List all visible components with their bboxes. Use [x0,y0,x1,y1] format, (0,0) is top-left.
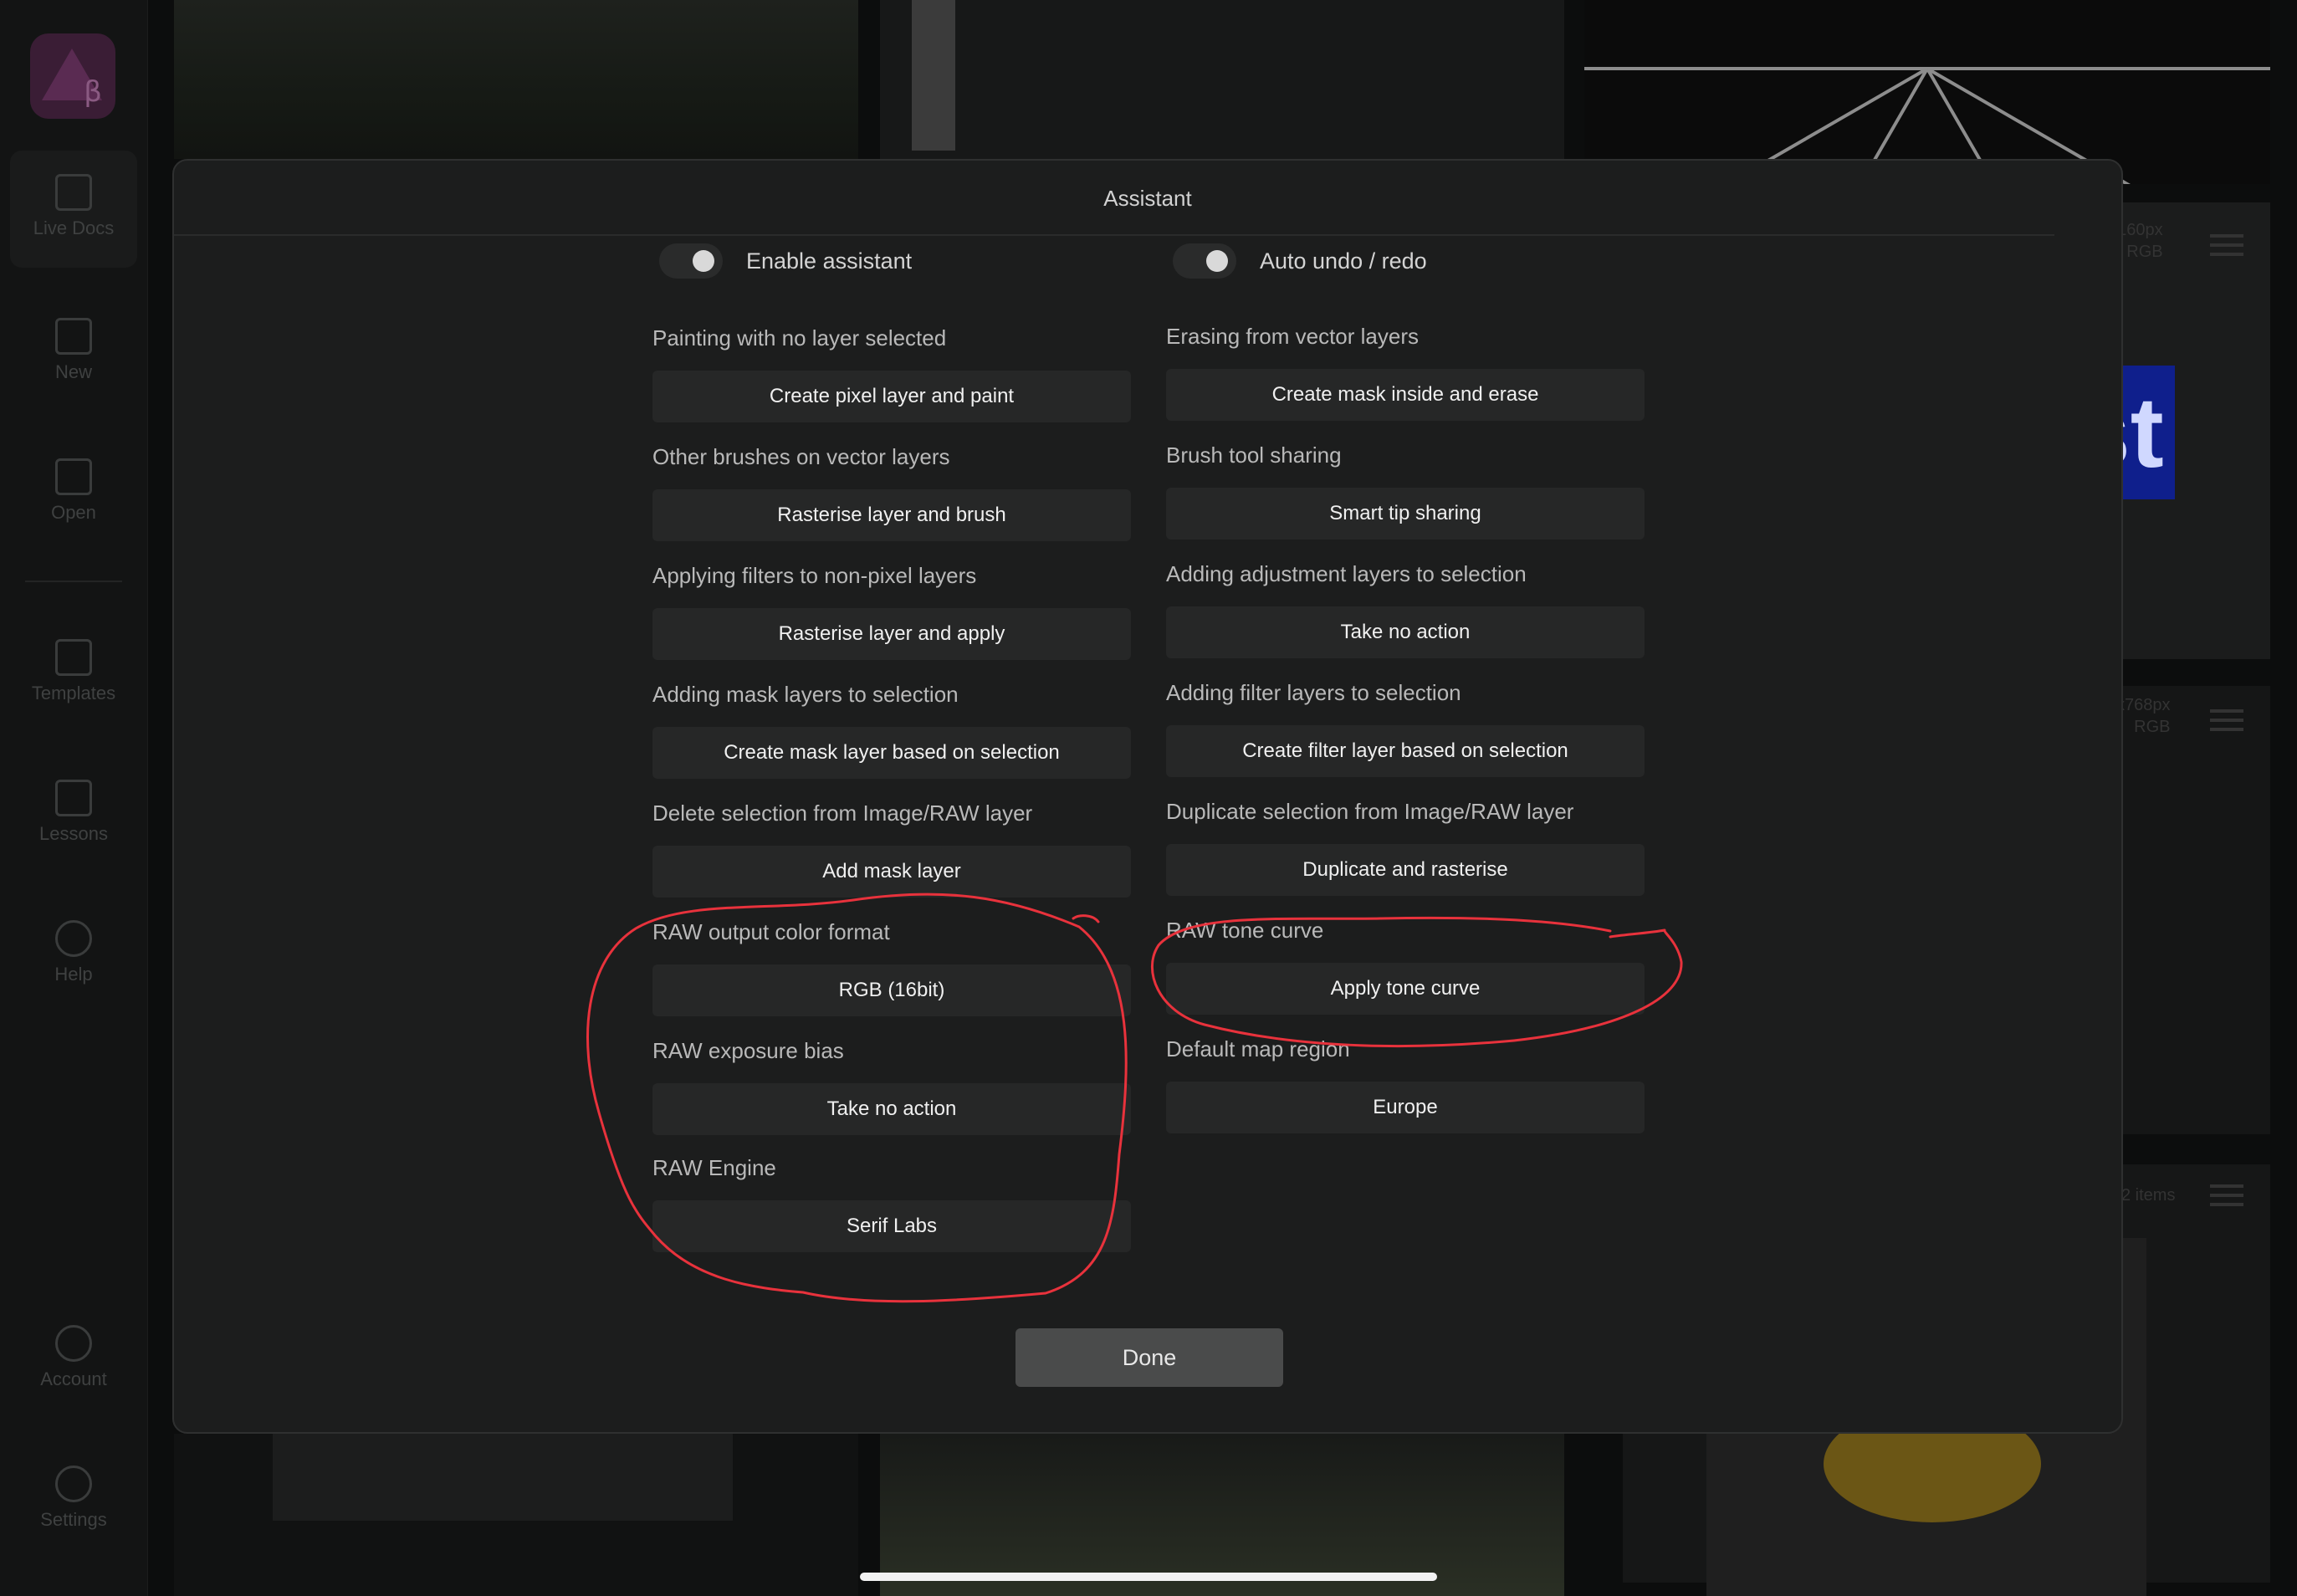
templates-icon [55,639,92,676]
raw-tone-curve-button[interactable]: Apply tone curve [1166,963,1645,1015]
setting-label: Brush tool sharing [1166,442,1342,468]
sidebar-item-templates[interactable]: Templates [0,639,147,704]
brush-tool-sharing-button[interactable]: Smart tip sharing [1166,488,1645,540]
document-thumbnail[interactable] [1584,0,2270,184]
setting-duplicate-selection-raw: Duplicate selection from Image/RAW layer… [1166,797,1645,896]
filters-non-pixel-button[interactable]: Rasterise layer and apply [652,608,1131,660]
account-icon [55,1325,92,1362]
enable-assistant-toggle[interactable] [659,243,723,279]
setting-label: Other brushes on vector layers [652,444,950,469]
app-logo: β [30,33,115,119]
setting-label: RAW exposure bias [652,1038,844,1063]
setting-brushes-vector: Other brushes on vector layers Rasterise… [652,442,1131,541]
home-indicator [860,1573,1437,1581]
adjustment-layers-selection-button[interactable]: Take no action [1166,606,1645,658]
title-divider [174,234,2054,236]
default-map-region-button[interactable]: Europe [1166,1082,1645,1133]
setting-label: Painting with no layer selected [652,325,947,350]
setting-label: Adding adjustment layers to selection [1166,561,1527,586]
brushes-vector-button[interactable]: Rasterise layer and brush [652,489,1131,541]
setting-raw-engine: RAW Engine Serif Labs [652,1154,1131,1252]
auto-undo-row: Auto undo / redo [1173,238,1427,284]
sidebar-item-live-docs[interactable]: Live Docs [10,151,137,268]
setting-brush-tool-sharing: Brush tool sharing Smart tip sharing [1166,441,1645,540]
document-menu-icon[interactable] [2210,709,2243,731]
setting-raw-output-color: RAW output color format RGB (16bit) [652,918,1131,1016]
setting-label: RAW tone curve [1166,918,1324,943]
painting-no-layer-button[interactable]: Create pixel layer and paint [652,371,1131,422]
mask-layers-selection-button[interactable]: Create mask layer based on selection [652,727,1131,779]
raw-engine-button[interactable]: Serif Labs [652,1200,1131,1252]
setting-label: RAW Engine [652,1155,776,1180]
sidebar-item-new[interactable]: New [0,318,147,383]
setting-erasing-vector: Erasing from vector layers Create mask i… [1166,322,1645,421]
setting-raw-tone-curve: RAW tone curve Apply tone curve [1166,916,1645,1015]
help-icon [55,920,92,957]
setting-label: Applying filters to non-pixel layers [652,563,977,588]
setting-label: Adding mask layers to selection [652,682,959,707]
setting-filters-non-pixel: Applying filters to non-pixel layers Ras… [652,561,1131,660]
setting-raw-exposure-bias: RAW exposure bias Take no action [652,1036,1131,1135]
setting-filter-layers-selection: Adding filter layers to selection Create… [1166,678,1645,777]
setting-delete-selection-raw: Delete selection from Image/RAW layer Ad… [652,799,1131,898]
live-docs-icon [55,174,92,211]
lessons-book-icon [55,780,92,816]
raw-exposure-bias-button[interactable]: Take no action [652,1083,1131,1135]
duplicate-selection-raw-button[interactable]: Duplicate and rasterise [1166,844,1645,896]
erasing-vector-button[interactable]: Create mask inside and erase [1166,369,1645,421]
sidebar-item-account[interactable]: Account [0,1325,147,1390]
sidebar-item-settings[interactable]: Settings [0,1466,147,1531]
document-thumbnail[interactable] [174,1434,858,1596]
assistant-dialog: Assistant Enable assistant Auto undo / r… [172,159,2123,1434]
sidebar: β Live Docs New Open Templates Lessons H… [0,0,148,1596]
sidebar-item-lessons[interactable]: Lessons [0,780,147,845]
document-menu-icon[interactable] [2210,234,2243,256]
folder-item-count: 2 items [2121,1186,2176,1205]
document-thumbnail[interactable] [880,0,1564,159]
new-document-icon [55,318,92,355]
folder-icon [55,458,92,495]
sidebar-item-open[interactable]: Open [0,458,147,524]
sidebar-divider [25,581,122,582]
setting-default-map-region: Default map region Europe [1166,1035,1645,1133]
setting-label: Default map region [1166,1036,1350,1061]
document-info: x768px RGB [2116,696,2171,736]
done-button[interactable]: Done [1015,1328,1283,1387]
sidebar-item-help[interactable]: Help [0,920,147,985]
setting-adjustment-layers-selection: Adding adjustment layers to selection Ta… [1166,560,1645,658]
delete-selection-raw-button[interactable]: Add mask layer [652,846,1131,898]
auto-undo-label: Auto undo / redo [1260,248,1427,274]
setting-label: Erasing from vector layers [1166,324,1419,349]
raw-output-color-button[interactable]: RGB (16bit) [652,964,1131,1016]
enable-assistant-row: Enable assistant [659,238,912,284]
setting-mask-layers-selection: Adding mask layers to selection Create m… [652,680,1131,779]
filter-layers-selection-button[interactable]: Create filter layer based on selection [1166,725,1645,777]
gear-icon [55,1466,92,1502]
document-menu-icon[interactable] [2210,1184,2243,1206]
setting-label: Delete selection from Image/RAW layer [652,801,1033,826]
document-thumbnail[interactable] [174,0,858,159]
setting-label: Adding filter layers to selection [1166,680,1461,705]
dialog-title: Assistant [1103,186,1192,211]
document-thumbnail[interactable] [880,1434,1564,1596]
setting-painting-no-layer: Painting with no layer selected Create p… [652,324,1131,422]
setting-label: Duplicate selection from Image/RAW layer [1166,799,1574,824]
auto-undo-toggle[interactable] [1173,243,1236,279]
enable-assistant-label: Enable assistant [746,248,913,274]
setting-label: RAW output color format [652,919,890,944]
